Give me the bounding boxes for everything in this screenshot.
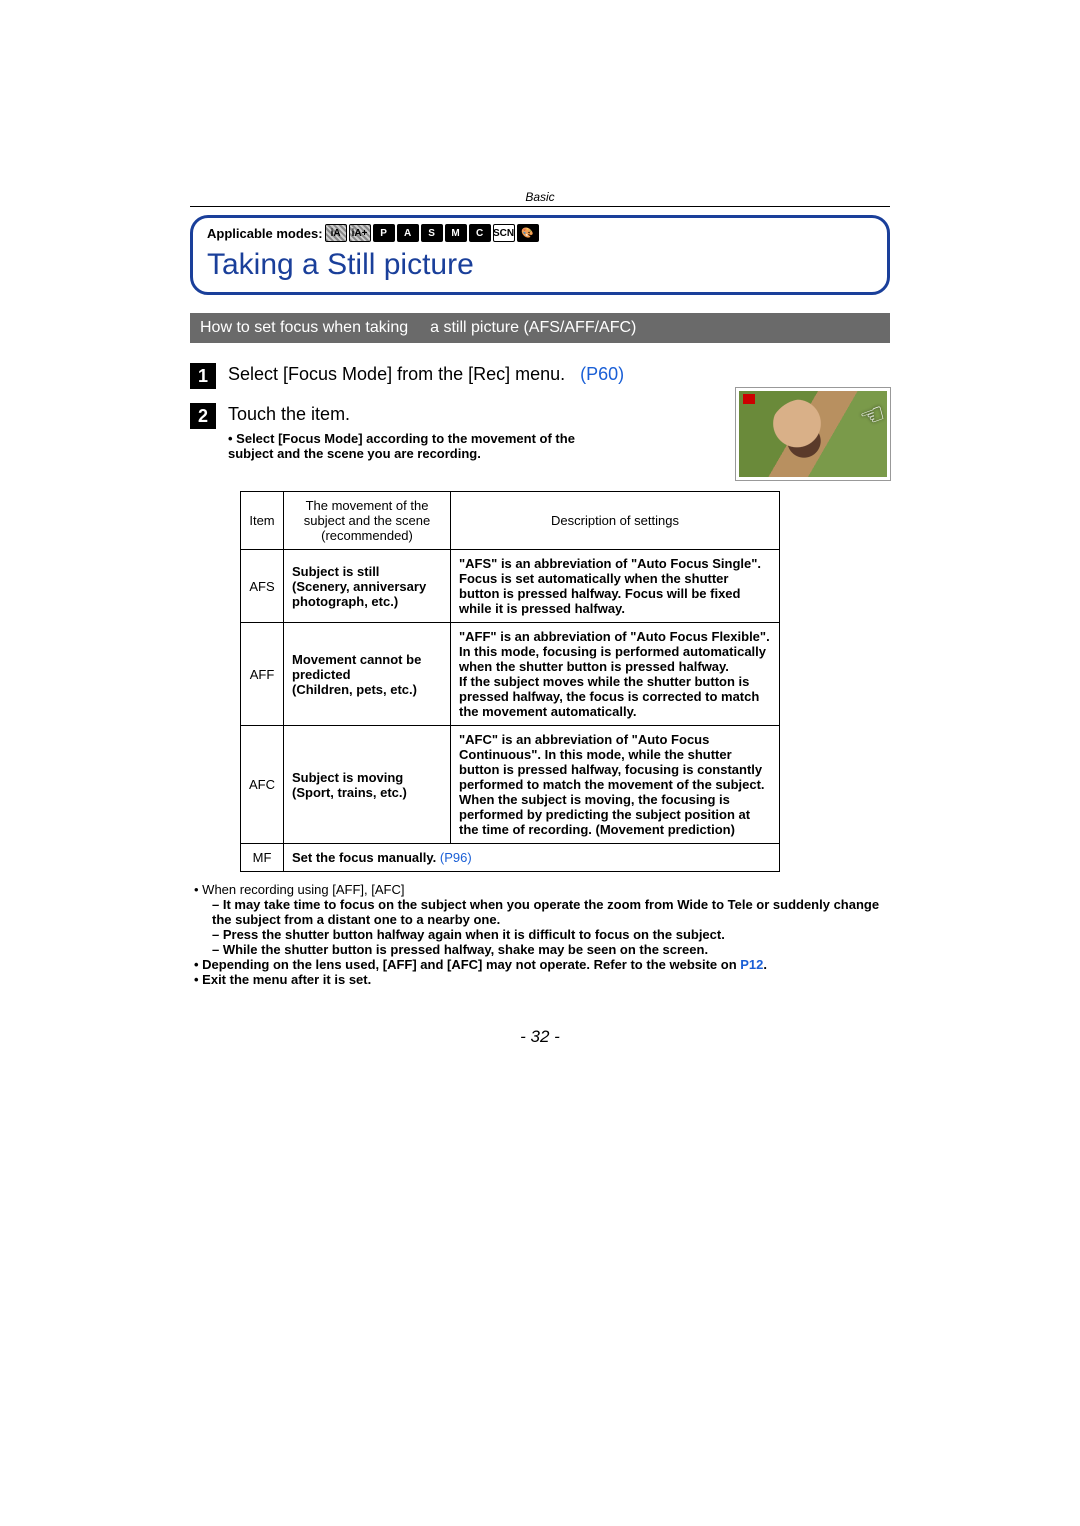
note-intro-text: When recording using [AFF], [AFC] xyxy=(202,882,404,897)
mode-icon-p: P xyxy=(373,224,395,242)
mode-icon-scn: SCN xyxy=(493,224,515,242)
note-sub-2: Press the shutter button halfway again w… xyxy=(212,927,890,942)
mode-icon-ia: iA xyxy=(325,224,347,242)
th-movement: The movement of the subject and the scen… xyxy=(284,492,451,550)
step-1-text: Select [Focus Mode] from the [Rec] menu. xyxy=(228,364,565,384)
touch-hand-icon: ☜ xyxy=(855,396,890,436)
note-lens-ref[interactable]: P12 xyxy=(740,957,763,972)
step-1: 1 Select [Focus Mode] from the [Rec] men… xyxy=(190,363,890,389)
th-item: Item xyxy=(241,492,284,550)
cell-mf-item: MF xyxy=(241,844,284,872)
cell-afc-desc: "AFC" is an abbreviation of "Auto Focus … xyxy=(451,726,780,844)
mode-icon-iaplus: iA+ xyxy=(349,224,371,242)
mode-icon-s: S xyxy=(421,224,443,242)
note-exit: Exit the menu after it is set. xyxy=(194,972,890,987)
rec-indicator-icon xyxy=(743,394,755,404)
step-1-ref[interactable]: (P60) xyxy=(580,364,624,384)
note-sub-1: It may take time to focus on the subject… xyxy=(212,897,890,927)
note-sub-3: While the shutter button is pressed half… xyxy=(212,942,890,957)
step-number-2: 2 xyxy=(190,403,216,429)
mode-icons: iA iA+ P A S M C SCN 🎨 xyxy=(325,224,539,242)
step-2-text: Touch the item. xyxy=(228,404,350,424)
page-number: - 32 - xyxy=(190,1027,890,1047)
focus-mode-table: Item The movement of the subject and the… xyxy=(240,491,780,872)
step-2-note: • Select [Focus Mode] according to the m… xyxy=(228,431,618,461)
cell-mf-text: Set the focus manually. xyxy=(292,850,436,865)
section-heading-left: How to set focus when taking xyxy=(200,319,408,336)
notes-section: When recording using [AFF], [AFC] It may… xyxy=(194,882,890,987)
cell-afs-item: AFS xyxy=(241,550,284,623)
mode-icon-c: C xyxy=(469,224,491,242)
cell-afc-movement: Subject is moving (Sport, trains, etc.) xyxy=(284,726,451,844)
cell-aff-movement: Movement cannot be predicted (Children, … xyxy=(284,623,451,726)
note-lens-pre: Depending on the lens used, [AFF] and [A… xyxy=(202,957,740,972)
table-row-aff: AFF Movement cannot be predicted (Childr… xyxy=(241,623,780,726)
touch-screenshot: ☜ xyxy=(736,388,890,480)
th-desc: Description of settings xyxy=(451,492,780,550)
note-lens-post: . xyxy=(763,957,767,972)
title-box: Applicable modes: iA iA+ P A S M C SCN 🎨… xyxy=(190,215,890,295)
mode-icon-m: M xyxy=(445,224,467,242)
table-row-afc: AFC Subject is moving (Sport, trains, et… xyxy=(241,726,780,844)
cell-afs-desc: "AFS" is an abbreviation of "Auto Focus … xyxy=(451,550,780,623)
cell-afs-movement: Subject is still (Scenery, anniversary p… xyxy=(284,550,451,623)
mode-icon-creative: 🎨 xyxy=(517,224,539,242)
header-category: Basic xyxy=(190,190,890,207)
cell-mf-movement: Set the focus manually. (P96) xyxy=(284,844,780,872)
section-heading-right: a still picture (AFS/AFF/AFC) xyxy=(430,319,636,336)
mode-icon-a: A xyxy=(397,224,419,242)
table-row-afs: AFS Subject is still (Scenery, anniversa… xyxy=(241,550,780,623)
step-number-1: 1 xyxy=(190,363,216,389)
page-title: Taking a Still picture xyxy=(207,248,873,282)
table-row-mf: MF Set the focus manually. (P96) xyxy=(241,844,780,872)
cell-mf-ref[interactable]: (P96) xyxy=(440,850,472,865)
cell-aff-item: AFF xyxy=(241,623,284,726)
cell-aff-desc: "AFF" is an abbreviation of "Auto Focus … xyxy=(451,623,780,726)
applicable-modes-label: Applicable modes: xyxy=(207,226,323,241)
note-lens: Depending on the lens used, [AFF] and [A… xyxy=(194,957,890,972)
cell-afc-item: AFC xyxy=(241,726,284,844)
section-heading: How to set focus when taking a still pict… xyxy=(190,313,890,343)
note-intro: When recording using [AFF], [AFC] It may… xyxy=(194,882,890,957)
